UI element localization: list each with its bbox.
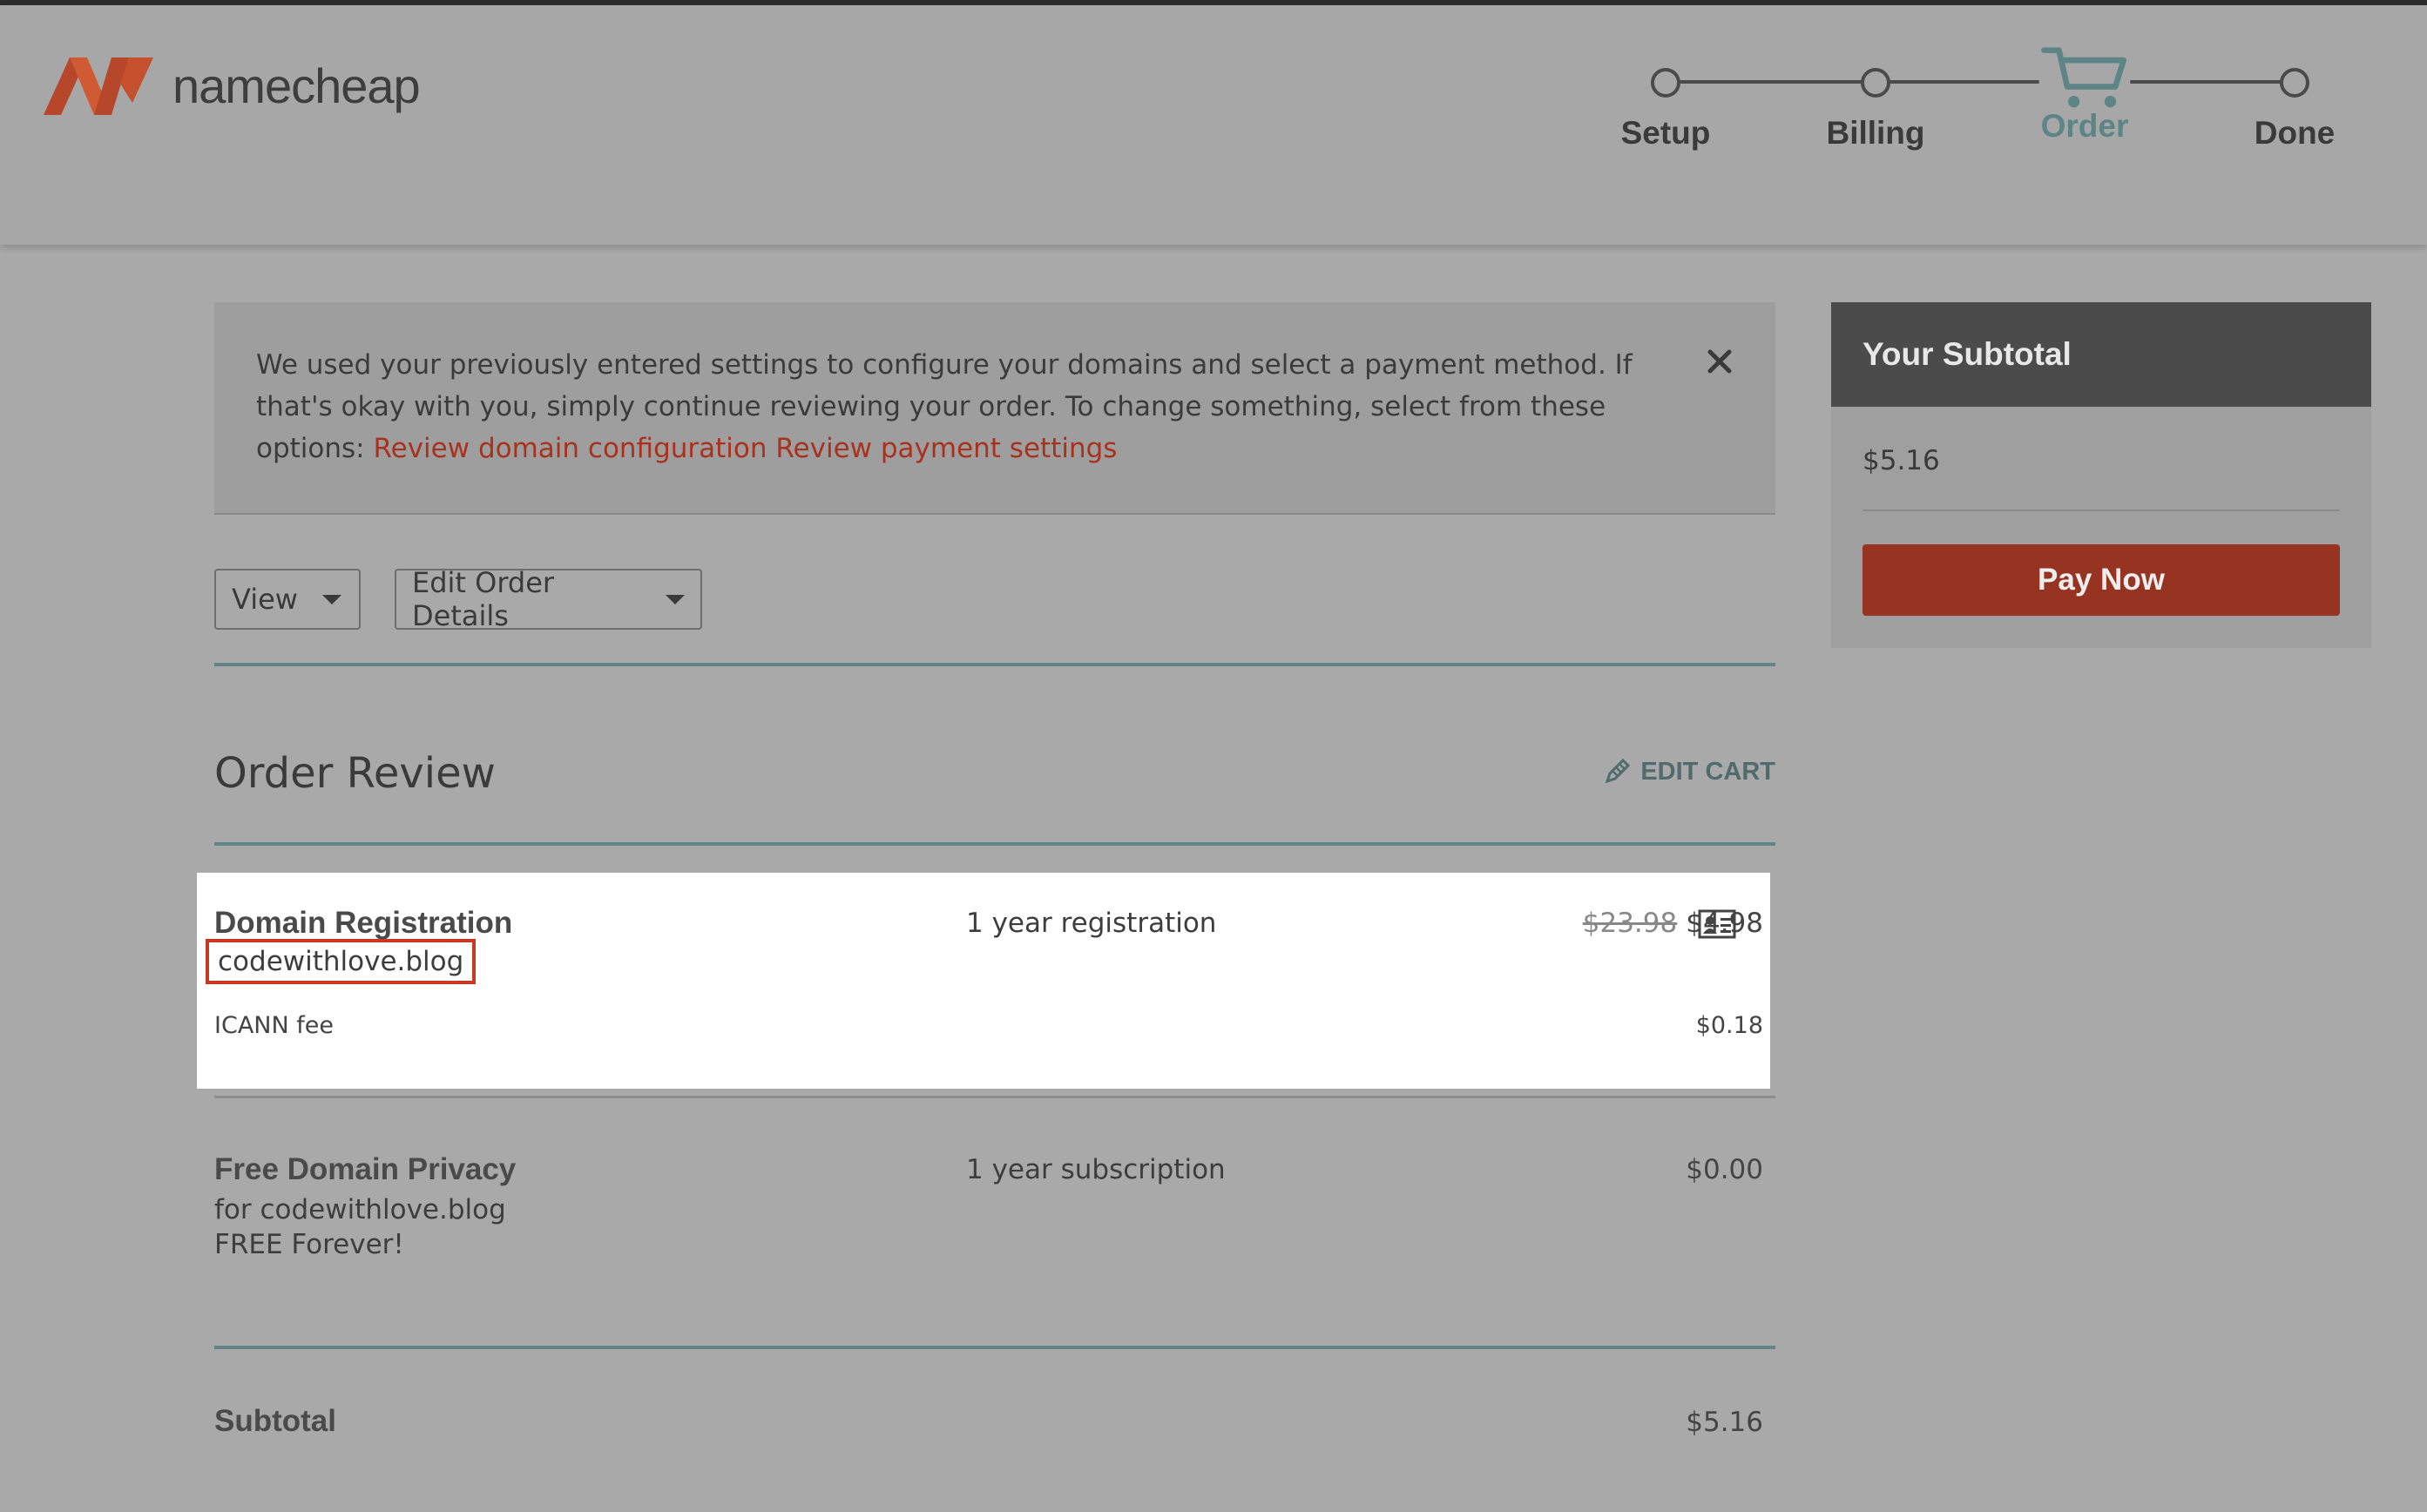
step-setup: Setup: [1579, 49, 1753, 152]
subtotal-value: $5.16: [1686, 1407, 1763, 1438]
steps-connector: [1666, 80, 2291, 84]
domain-privacy-free: FREE Forever!: [214, 1229, 404, 1260]
checkout-header: namecheap Setup Billing Order Done: [0, 5, 2427, 245]
pay-now-button[interactable]: Pay Now: [1863, 544, 2340, 616]
row-divider: [214, 1096, 1775, 1098]
close-icon[interactable]: [1706, 348, 1734, 375]
review-payment-link[interactable]: Review payment settings: [775, 433, 1117, 464]
edit-cart-label: EDIT CART: [1640, 757, 1775, 786]
brand-name: namecheap: [172, 57, 421, 113]
subtotal-sidebar: Your Subtotal $5.16 Pay Now: [1831, 302, 2371, 648]
step-order: Order: [1998, 45, 2172, 145]
step-label: Order: [2040, 108, 2129, 144]
domain-registration-title: Domain Registration: [214, 906, 513, 940]
step-dot: [1861, 68, 1890, 98]
step-done: Done: [2207, 49, 2382, 152]
step-label: Setup: [1620, 115, 1711, 151]
view-dropdown[interactable]: View: [214, 569, 361, 630]
subtotal-divider: [214, 1346, 1775, 1349]
order-header-divider: [214, 842, 1775, 846]
sidebar-subtotal-amount: $5.16: [1863, 445, 2340, 511]
edit-order-details-label: Edit Order Details: [412, 566, 555, 632]
edit-cart-link[interactable]: EDIT CART: [1602, 757, 1775, 786]
checkout-steps: Setup Billing Order Done: [1603, 45, 2352, 179]
chevron-down-icon: [321, 594, 341, 604]
domain-registration-row: Domain Registration codewithlove.blog 1 …: [197, 873, 1770, 1089]
toolbar-divider: [214, 663, 1775, 666]
cart-icon: [2038, 45, 2131, 113]
icann-fee-price: $0.18: [1695, 1012, 1763, 1039]
settings-notice: We used your previously entered settings…: [214, 302, 1775, 515]
domain-name: codewithlove.blog: [206, 939, 477, 984]
step-label: Billing: [1826, 115, 1925, 151]
step-label: Done: [2254, 115, 2336, 151]
original-price: $23.98: [1582, 908, 1678, 939]
step-dot: [2280, 68, 2309, 98]
registration-term: 1 year registration: [966, 908, 1217, 939]
domain-privacy-title: Free Domain Privacy: [214, 1152, 517, 1186]
review-domain-link[interactable]: Review domain configuration: [373, 433, 767, 464]
domain-privacy-for: for codewithlove.blog: [214, 1194, 506, 1225]
pencil-icon: [1605, 758, 1631, 784]
view-dropdown-label: View: [232, 583, 298, 616]
namecheap-logo[interactable]: namecheap: [42, 51, 421, 120]
subtotal-label: Subtotal: [214, 1404, 336, 1438]
step-dot: [1651, 68, 1680, 98]
namecheap-logo-icon: [44, 57, 153, 115]
privacy-price: $0.00: [1686, 1154, 1763, 1185]
sidebar-title: Your Subtotal: [1831, 302, 2371, 407]
chevron-down-icon: [666, 594, 685, 604]
step-billing: Billing: [1788, 49, 1963, 152]
privacy-term: 1 year subscription: [966, 1154, 1226, 1185]
order-review-title: Order Review: [214, 749, 496, 798]
icann-fee-label: ICANN fee: [214, 1012, 334, 1039]
domain-name-highlight: codewithlove.blog: [206, 939, 477, 984]
edit-order-details-dropdown[interactable]: Edit Order Details: [395, 566, 702, 632]
contact-card-icon[interactable]: [1698, 909, 1736, 939]
order-main: We used your previously entered settings…: [197, 302, 1775, 1438]
